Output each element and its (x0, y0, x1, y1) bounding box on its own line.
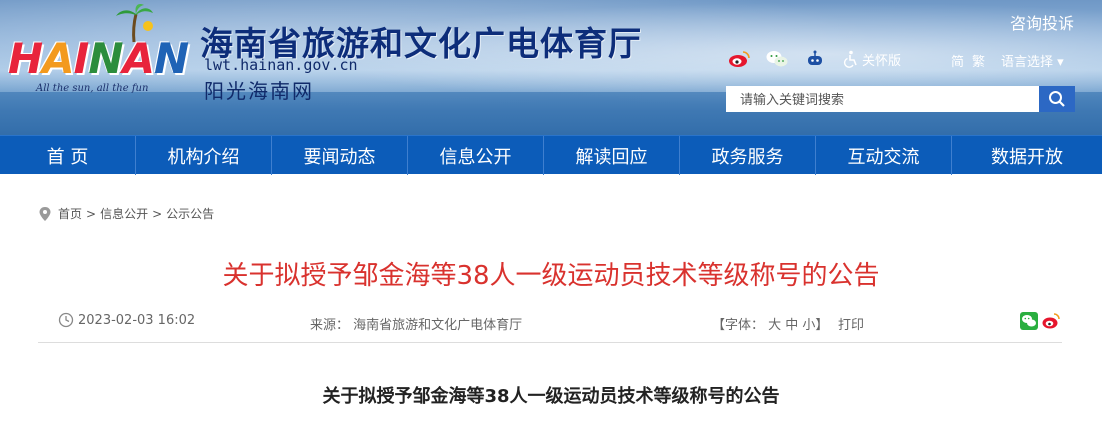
complain-link[interactable]: 咨询投诉 (1010, 10, 1074, 34)
nav-interpretation[interactable]: 解读回应 (544, 136, 680, 175)
nav-gov-services[interactable]: 政务服务 (680, 136, 816, 175)
nav-organization[interactable]: 机构介绍 (136, 136, 272, 175)
lang-traditional[interactable]: 繁 (972, 51, 985, 70)
robot-icon[interactable] (804, 48, 826, 70)
article-source: 来源： 海南省旅游和文化广电体育厅 (310, 318, 523, 333)
search-input[interactable] (726, 86, 1039, 112)
logo-slogan: All the sun, all the fun (36, 83, 149, 94)
language-switcher: 简 繁 语言选择 ▾ (951, 51, 1064, 70)
article-title: 关于拟授予邹金海等38人一级运动员技术等级称号的公告 (222, 261, 880, 291)
location-pin-icon (39, 206, 51, 221)
main-nav: 首 页 机构介绍 要闻动态 信息公开 解读回应 政务服务 互动交流 数据开放 (0, 135, 1102, 175)
nav-interaction[interactable]: 互动交流 (816, 136, 952, 175)
care-mode-link[interactable]: 关怀版 (842, 50, 901, 69)
nav-news[interactable]: 要闻动态 (272, 136, 408, 175)
breadcrumb-home[interactable]: 首页 (58, 205, 82, 222)
breadcrumb: 首页 > 信息公开 > 公示公告 (38, 205, 214, 222)
clock-icon (58, 312, 74, 328)
breadcrumb-separator: > (152, 206, 163, 221)
search-icon (1049, 91, 1065, 107)
document-heading: 关于拟授予邹金海等38人一级运动员技术等级称号的公告 (322, 386, 780, 407)
breadcrumb-info-disclosure[interactable]: 信息公开 (100, 205, 148, 222)
weibo-share-icon[interactable] (1042, 312, 1060, 330)
article-date: 2023-02-03 16:02 (58, 312, 195, 328)
print-link[interactable]: 打印 (838, 314, 864, 333)
header-tools: 关怀版 (728, 47, 901, 71)
breadcrumb-announcements[interactable]: 公示公告 (166, 205, 214, 222)
wechat-icon[interactable] (766, 48, 788, 70)
search-box (726, 86, 1075, 112)
wechat-share-icon[interactable] (1020, 312, 1038, 330)
share-buttons (1020, 312, 1060, 330)
accessibility-icon (843, 50, 857, 68)
lang-select-dropdown[interactable]: 语言选择 ▾ (1001, 51, 1064, 70)
hainan-logo[interactable]: HAINAN All the sun, all the fun (6, 4, 192, 104)
nav-home[interactable]: 首 页 (0, 136, 136, 175)
date-text: 2023-02-03 16:02 (78, 312, 196, 328)
meta-divider (38, 342, 1062, 343)
nav-info-disclosure[interactable]: 信息公开 (408, 136, 544, 175)
breadcrumb-separator: > (86, 206, 97, 221)
weibo-icon[interactable] (728, 48, 750, 70)
site-domain: lwt.hainan.gov.cn (204, 56, 358, 74)
font-size-switch[interactable]: 【字体： 大 中 小】 (712, 314, 828, 333)
logo-wordmark: HAINAN (8, 34, 189, 83)
nav-open-data[interactable]: 数据开放 (952, 136, 1102, 175)
lang-simplified[interactable]: 简 (951, 51, 964, 70)
site-header: HAINAN All the sun, all the fun 海南省旅游和文化… (0, 0, 1102, 135)
search-button[interactable] (1039, 86, 1075, 112)
article-meta: 2023-02-03 16:02 来源： 海南省旅游和文化广电体育厅 【字体： … (58, 312, 1064, 333)
site-subtitle: 阳光海南网 (204, 79, 314, 103)
care-label: 关怀版 (862, 53, 902, 69)
